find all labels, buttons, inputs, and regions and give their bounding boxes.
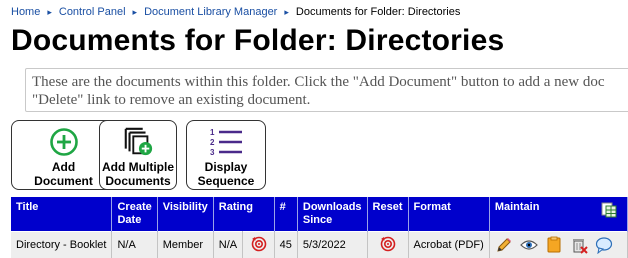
cell-downloads-since: 5/3/2022 (297, 231, 368, 258)
cell-create-date: N/A (111, 231, 158, 258)
svg-text:3: 3 (210, 148, 215, 157)
reset-target-icon[interactable] (251, 236, 267, 252)
cell-visibility: Member (157, 231, 214, 258)
export-spreadsheet-icon[interactable] (601, 202, 617, 218)
comment-bubble-icon[interactable] (595, 236, 613, 255)
column-header-format[interactable]: Format (408, 197, 490, 232)
add-circle-icon (49, 128, 78, 156)
column-header-rating[interactable]: Rating (213, 197, 275, 232)
cell-format: Acrobat (PDF) (408, 231, 490, 258)
add-multiple-label-1: Add Multiple (102, 160, 174, 174)
breadcrumb: Home ▸ Control Panel ▸ Document Library Mana… (11, 6, 460, 18)
column-header-create-date-2: Date (117, 214, 142, 226)
edit-pencil-icon[interactable] (495, 236, 513, 254)
display-sequence-label-2: Sequence (197, 174, 255, 188)
page-title: Documents for Folder: Directories (11, 24, 505, 57)
info-box: These are the documents within this fold… (25, 68, 628, 112)
chevron-right-icon: ▸ (47, 7, 52, 17)
breadcrumb-home[interactable]: Home (11, 6, 40, 18)
column-header-downloads-since-1: Downloads (302, 201, 362, 213)
chevron-right-icon: ▸ (132, 7, 138, 17)
cell-rating-reset (242, 231, 275, 258)
folder-icon[interactable] (545, 236, 563, 254)
cell-maintain (489, 231, 628, 258)
column-header-downloads-since[interactable]: Downloads Since (297, 197, 368, 232)
display-sequence-label-1: Display (204, 160, 248, 174)
svg-text:1: 1 (210, 128, 215, 137)
numbered-list-icon: 1 2 3 (210, 128, 242, 157)
breadcrumb-control-panel[interactable]: Control Panel (59, 6, 126, 18)
info-text-line-1: These are the documents within this fold… (32, 74, 605, 90)
table-header-row: Title Create Date Visibility Rating # Dow… (11, 197, 628, 232)
chevron-right-icon: ▸ (284, 7, 289, 17)
column-header-number[interactable]: # (274, 197, 298, 232)
column-header-create-date-1: Create (117, 201, 152, 213)
column-header-create-date[interactable]: Create Date (111, 197, 158, 232)
cell-title: Directory - Booklet (11, 231, 113, 258)
column-header-maintain: Maintain (489, 197, 628, 232)
reset-target-icon[interactable] (380, 236, 396, 252)
column-header-downloads-since-2: Since (302, 214, 333, 226)
add-multiple-documents-button[interactable]: Add Multiple Documents (99, 120, 177, 190)
documents-table: Title Create Date Visibility Rating # Dow… (11, 197, 628, 258)
display-sequence-button[interactable]: 1 2 3 Display Sequence (186, 120, 266, 190)
delete-trash-icon[interactable] (570, 236, 588, 254)
cell-reset (367, 231, 409, 258)
column-header-maintain-label: Maintain (494, 201, 540, 213)
cell-number: 45 (274, 231, 298, 258)
column-header-visibility[interactable]: Visibility (157, 197, 214, 232)
view-eye-icon[interactable] (519, 236, 538, 254)
breadcrumb-current: Documents for Folder: Directories (295, 6, 461, 18)
add-multiple-label-2: Documents (105, 174, 171, 188)
breadcrumb-document-library-manager[interactable]: Document Library Manager (144, 6, 277, 18)
table-row: Directory - Booklet N/A Member N/A 45 5/… (11, 231, 628, 258)
svg-text:2: 2 (210, 138, 215, 147)
column-header-reset[interactable]: Reset (367, 197, 409, 232)
cell-rating: N/A (213, 231, 244, 258)
column-header-title[interactable]: Title (11, 197, 113, 232)
info-text-line-2: "Delete" link to remove an existing docu… (32, 92, 311, 108)
add-multiple-icon (124, 127, 153, 156)
